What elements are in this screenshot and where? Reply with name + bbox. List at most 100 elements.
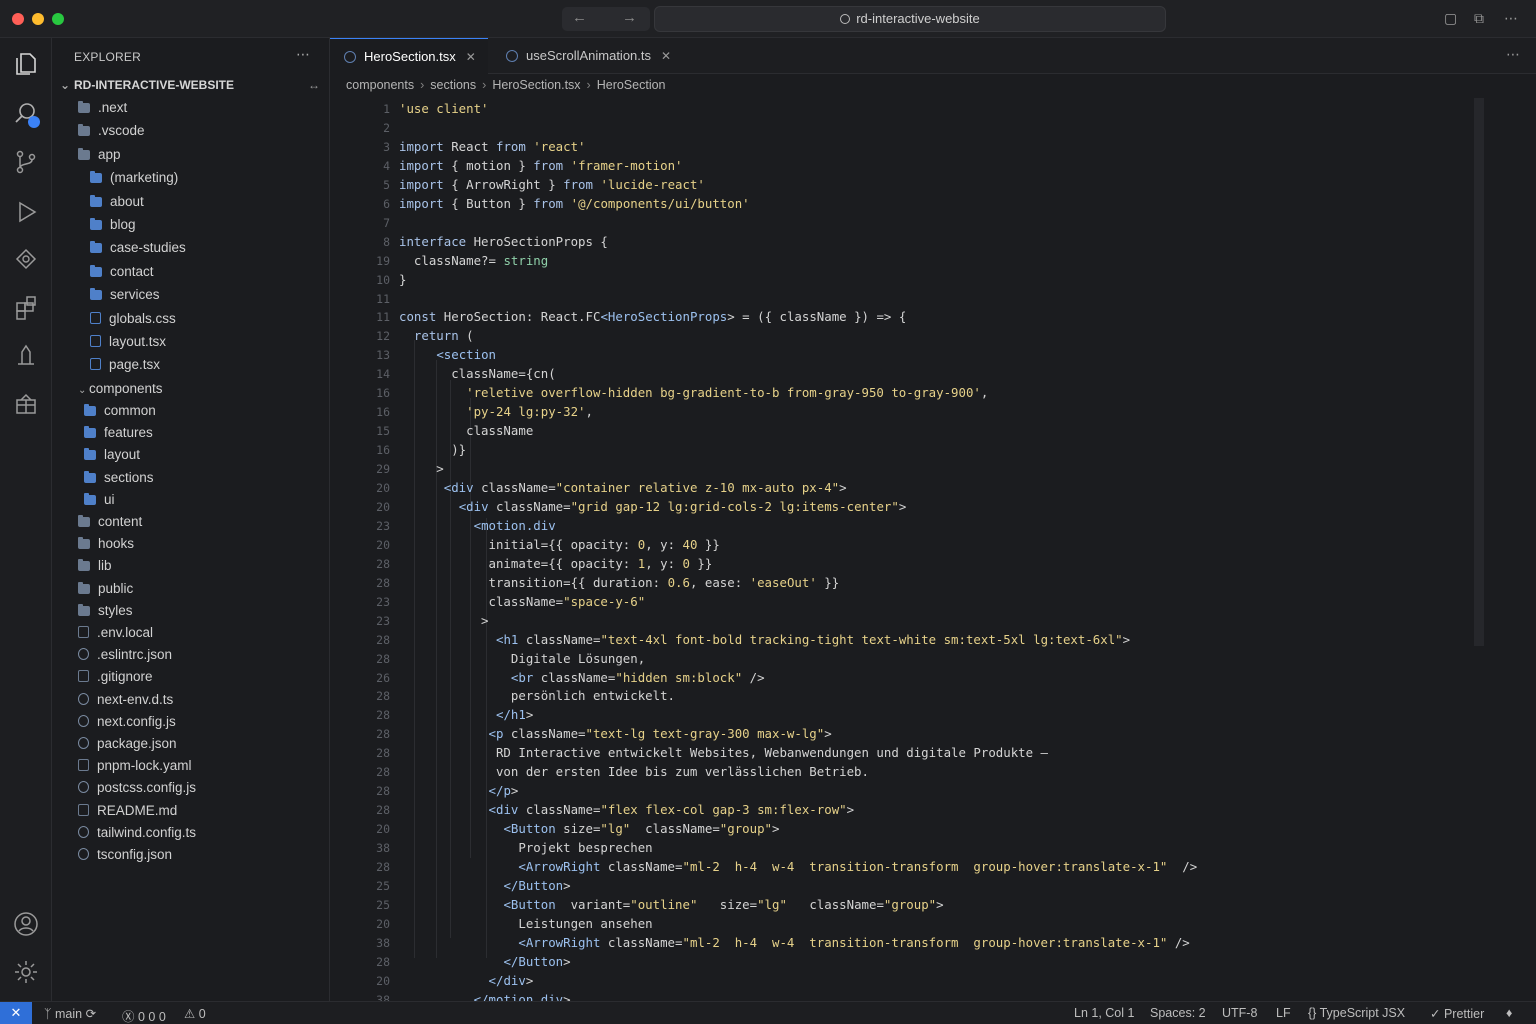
maximize-window-button[interactable] [52, 13, 64, 25]
chevron-right-icon: › [420, 78, 425, 92]
extensions-icon[interactable] [12, 294, 40, 322]
file-item[interactable]: README.md [78, 803, 177, 825]
file-item[interactable]: globals.css [90, 311, 176, 333]
folder-item[interactable]: lib [78, 558, 112, 580]
folder-item[interactable]: sections [84, 470, 154, 492]
code-line: <br className="hidden sm:block" /> [510, 669, 765, 685]
settings-gear-icon[interactable] [12, 958, 40, 986]
tabs-more-icon[interactable]: ⋯ [1506, 46, 1520, 63]
tree-item-label: sections [104, 469, 154, 485]
line-number: 23 [376, 518, 390, 533]
more-icon[interactable]: ⋯ [1504, 10, 1518, 27]
line-number: 11 [376, 310, 390, 325]
sidebar-more-icon[interactable]: ⋯ [296, 46, 310, 63]
file-item[interactable]: .gitignore [78, 669, 153, 691]
command-center-search[interactable]: rd-interactive-website [654, 6, 1166, 32]
file-item[interactable]: tsconfig.json [78, 847, 172, 869]
breadcrumb-item[interactable]: HeroSection.tsx [492, 78, 580, 92]
code-line: von der ersten Idee bis zum verlässliche… [399, 764, 869, 780]
folder-icon [84, 404, 96, 416]
breadcrumb-item[interactable]: HeroSection [597, 78, 666, 92]
breadcrumb-item[interactable]: components [346, 78, 414, 92]
code-line: > [399, 461, 444, 477]
line-number: 16 [376, 405, 390, 420]
line-number: 25 [376, 897, 390, 912]
minimize-window-button[interactable] [32, 13, 44, 25]
source-control-icon[interactable] [12, 148, 40, 176]
folder-item[interactable]: (marketing) [90, 170, 178, 192]
line-number: 20 [376, 822, 390, 837]
language-label: TypeScript JSX [1319, 1006, 1406, 1020]
explorer-icon[interactable] [12, 50, 40, 78]
folder-item[interactable]: case-studies [90, 240, 186, 262]
chevron-down-icon: ⌄ [60, 78, 71, 92]
file-item[interactable]: package.json [78, 736, 177, 758]
file-item[interactable]: tailwind.config.ts [78, 825, 196, 847]
collapse-folders-icon[interactable]: ↔ [308, 78, 320, 92]
testing-icon[interactable] [12, 342, 40, 370]
file-item[interactable]: page.tsx [90, 357, 160, 379]
folder-item[interactable]: .vscode [78, 123, 145, 145]
folder-item[interactable]: services [90, 287, 160, 309]
warnings-status[interactable]: ⚠ 0 [184, 1006, 206, 1021]
code-editor[interactable]: 1'use client' 2 3 import React from 'react'… [330, 98, 1536, 1007]
folder-item[interactable]: public [78, 581, 133, 603]
file-item[interactable]: next-env.d.ts [78, 692, 173, 714]
file-item[interactable]: next.config.js [78, 714, 176, 736]
packages-icon[interactable] [12, 390, 40, 418]
eol-status[interactable]: LF [1276, 1006, 1291, 1020]
folder-item[interactable]: contact [90, 264, 154, 286]
encoding-status[interactable]: UTF-8 [1222, 1006, 1257, 1020]
file-item[interactable]: layout.tsx [90, 334, 166, 356]
folder-icon [90, 171, 102, 184]
tree-item-label: lib [98, 558, 112, 574]
folder-item[interactable]: blog [90, 217, 136, 239]
code-line: <div className="grid gap-12 lg:grid-cols… [458, 498, 907, 514]
forward-arrow-icon[interactable]: → [622, 9, 637, 26]
search-activity-icon[interactable] [12, 100, 40, 128]
remote-explorer-icon[interactable] [12, 246, 40, 274]
toggle-panel-icon[interactable]: ▢ [1444, 10, 1457, 27]
file-item[interactable]: postcss.config.js [78, 780, 196, 802]
folder-item[interactable]: features [84, 425, 153, 447]
close-window-button[interactable] [12, 13, 24, 25]
tab-hero-section[interactable]: HeroSection.tsx ✕ [330, 38, 488, 74]
remote-indicator-icon[interactable]: ✕ [0, 1002, 32, 1024]
layout-icon[interactable]: ⧉ [1474, 10, 1484, 27]
file-icon [78, 692, 89, 705]
branch-status[interactable]: ᛉ main ⟳ [44, 1006, 96, 1021]
close-tab-icon[interactable]: ✕ [466, 50, 476, 64]
folder-item[interactable]: layout [84, 447, 140, 469]
language-status[interactable]: {} TypeScript JSX [1308, 1006, 1405, 1020]
sidebar-title: EXPLORER [74, 50, 141, 64]
file-item[interactable]: .env.local [78, 625, 153, 647]
folder-item[interactable]: about [90, 194, 144, 216]
file-item[interactable]: .eslintrc.json [78, 647, 172, 669]
close-tab-icon[interactable]: ✕ [661, 49, 671, 63]
folder-item[interactable]: styles [78, 603, 133, 625]
folder-item[interactable]: .next [78, 100, 127, 122]
line-number: 14 [376, 367, 390, 382]
folder-item[interactable]: ui [84, 492, 115, 514]
notifications-bell-icon[interactable]: ♦ [1506, 1006, 1512, 1020]
folder-item[interactable]: hooks [78, 536, 134, 558]
account-icon[interactable] [12, 910, 40, 938]
editor-scrollbar[interactable] [1474, 98, 1484, 646]
folder-item[interactable]: content [78, 514, 142, 536]
tree-item-label: hooks [98, 536, 135, 552]
file-item[interactable]: pnpm-lock.yaml [78, 758, 192, 780]
back-arrow-icon[interactable]: ← [572, 9, 587, 26]
run-debug-icon[interactable] [12, 198, 40, 226]
prettier-status[interactable]: ✓ Prettier [1430, 1006, 1484, 1021]
folder-item[interactable]: ⌄ components [78, 381, 163, 403]
problems-status[interactable]: Ⓧ 0 0 0 [122, 1006, 166, 1024]
tab-use-scroll-animation[interactable]: useScrollAnimation.ts ✕ [492, 38, 682, 74]
cursor-position[interactable]: Ln 1, Col 1 [1074, 1006, 1134, 1020]
workspace-root[interactable]: ⌄ RD-INTERACTIVE-WEBSITE ↔ [60, 78, 322, 92]
folder-item[interactable]: app [78, 147, 121, 169]
breadcrumb-item[interactable]: sections [430, 78, 476, 92]
tree-item-label: postcss.config.js [97, 780, 197, 796]
code-line: RD Interactive entwickelt Websites, Weba… [399, 745, 1049, 761]
indentation-status[interactable]: Spaces: 2 [1150, 1006, 1206, 1020]
folder-item[interactable]: common [84, 403, 156, 425]
